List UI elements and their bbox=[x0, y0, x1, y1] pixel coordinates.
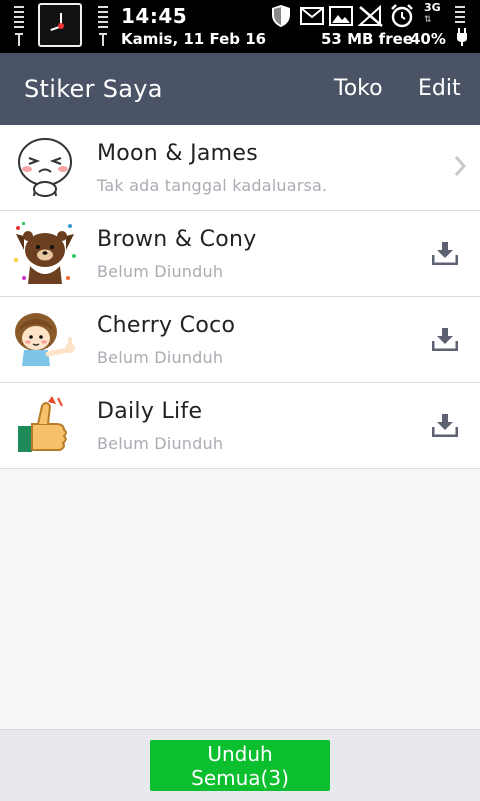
sticker-name: Cherry Coco bbox=[97, 313, 236, 338]
sticker-status: Belum Diunduh bbox=[97, 348, 224, 367]
download-icon bbox=[431, 413, 459, 441]
status-date: Kamis, 11 Feb 16 bbox=[121, 30, 267, 48]
sticker-status: Belum Diunduh bbox=[97, 262, 224, 281]
edit-button[interactable]: Edit bbox=[418, 76, 461, 101]
sticker-name: Brown & Cony bbox=[97, 227, 257, 252]
sticker-name: Daily Life bbox=[97, 399, 203, 424]
network-type: 3G ⇅ bbox=[424, 1, 441, 25]
download-button[interactable] bbox=[420, 383, 480, 468]
charging-icon bbox=[456, 27, 468, 51]
shop-button[interactable]: Toko bbox=[334, 76, 383, 101]
bottom-bar: Unduh Semua(3) bbox=[0, 729, 480, 801]
list-item[interactable]: Daily Life Belum Diunduh bbox=[0, 383, 480, 469]
download-button[interactable] bbox=[420, 297, 480, 382]
page-title: Stiker Saya bbox=[24, 75, 163, 103]
download-button[interactable] bbox=[420, 211, 480, 296]
sticker-thumbnail-brown bbox=[12, 220, 78, 286]
app-header: Stiker Saya Toko Edit bbox=[0, 53, 480, 125]
download-icon bbox=[431, 327, 459, 355]
signal-icon bbox=[98, 6, 108, 48]
sticker-status: Tak ada tanggal kadaluarsa. bbox=[97, 176, 328, 195]
sticker-thumbnail-cherry bbox=[12, 306, 78, 372]
download-icon bbox=[431, 241, 459, 269]
clock-widget-icon bbox=[38, 3, 82, 47]
open-button[interactable] bbox=[420, 125, 480, 210]
signal-icon bbox=[14, 6, 24, 48]
storage-free: 53 MB free bbox=[321, 30, 413, 48]
download-all-button[interactable]: Unduh Semua(3) bbox=[150, 740, 330, 791]
sticker-list: Moon & James Tak ada tanggal kadaluarsa. bbox=[0, 125, 480, 469]
mail-icon bbox=[300, 7, 324, 29]
sticker-name: Moon & James bbox=[97, 141, 258, 166]
battery-icon bbox=[455, 6, 465, 26]
sticker-thumbnail-moon bbox=[12, 134, 78, 200]
chevron-right-icon bbox=[454, 155, 467, 181]
battery-percent: 40% bbox=[410, 30, 446, 48]
sticker-status: Belum Diunduh bbox=[97, 434, 224, 453]
list-item[interactable]: Moon & James Tak ada tanggal kadaluarsa. bbox=[0, 125, 480, 211]
no-signal-icon bbox=[357, 4, 384, 31]
list-item[interactable]: Cherry Coco Belum Diunduh bbox=[0, 297, 480, 383]
status-time: 14:45 bbox=[121, 4, 188, 28]
shield-icon bbox=[270, 4, 292, 32]
list-item[interactable]: Brown & Cony Belum Diunduh bbox=[0, 211, 480, 297]
sticker-thumbnail-daily bbox=[12, 392, 78, 458]
alarm-icon bbox=[390, 4, 414, 32]
image-icon bbox=[329, 6, 353, 30]
status-bar: 14:45 Kamis, 11 Feb 16 3G ⇅ 53 MB free 4… bbox=[0, 0, 480, 53]
